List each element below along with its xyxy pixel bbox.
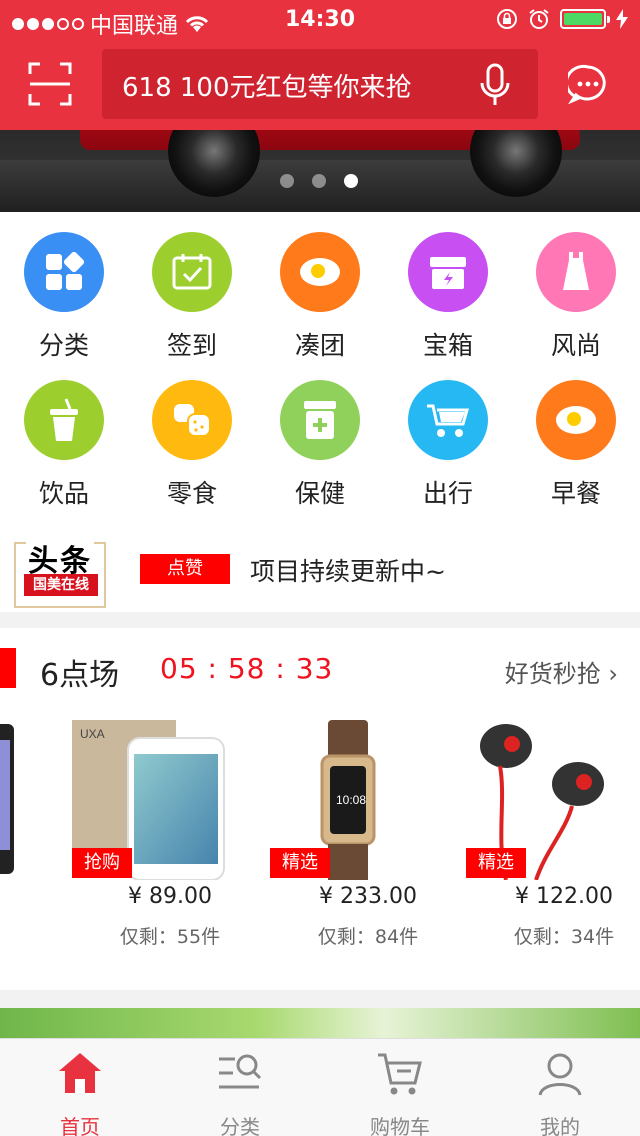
- category-item-coutuan[interactable]: 凑团: [256, 232, 384, 362]
- app-screen: 中国联通 14:30 618 100元红包等你来抢 分类 签到 凑团 宝箱 风尚…: [0, 0, 640, 1136]
- product-card-partial[interactable]: [0, 716, 20, 976]
- message-icon[interactable]: [568, 64, 608, 104]
- user-icon: [538, 1053, 582, 1096]
- search-placeholder: 618 100元红包等你来抢: [122, 73, 412, 103]
- category-item-qiandao[interactable]: 签到: [128, 232, 256, 362]
- package-brand-text: UXA: [80, 727, 105, 741]
- alarm-icon: [529, 9, 549, 29]
- cookie-icon: [152, 380, 232, 460]
- category-item-baojian[interactable]: 保健: [256, 380, 384, 510]
- countdown-timer: 05 : 58 : 33: [160, 652, 334, 685]
- product-price: ¥ 233.00: [319, 884, 417, 909]
- top-bar: 中国联通 14:30 618 100元红包等你来抢: [0, 0, 640, 130]
- category-label: 宝箱: [422, 331, 473, 360]
- stroller-icon: [408, 380, 488, 460]
- battery-icon: [560, 9, 610, 29]
- category-item-fenlei[interactable]: 分类: [0, 232, 128, 362]
- flash-sale-more-link[interactable]: 好货秒抢 ›: [505, 654, 618, 689]
- category-label: 出行: [422, 479, 473, 508]
- section-marker: [0, 648, 16, 688]
- category-item-chuxing[interactable]: 出行: [384, 380, 512, 510]
- dress-icon: [536, 232, 616, 312]
- headline-news-bar[interactable]: 头条 国美在线 点赞 项目持续更新中~: [0, 512, 640, 612]
- product-card[interactable]: 10:08 精选 ¥ 233.00 仅剩：84件: [270, 716, 466, 976]
- product-stock: 仅剩：84件: [317, 926, 419, 948]
- tab-label: 分类: [220, 1115, 260, 1136]
- fried-egg-icon: [280, 232, 360, 312]
- product-card[interactable]: UXA 抢购 ¥ 89.00 仅剩：55件: [72, 716, 268, 976]
- product-stock: 仅剩：55件: [119, 926, 221, 948]
- fried-egg-icon: [536, 380, 616, 460]
- bottom-tab-bar: 首页 分类 购物车 我的: [0, 1038, 640, 1136]
- category-icon: [24, 232, 104, 312]
- tab-cart[interactable]: 购物车: [320, 1049, 480, 1136]
- product-tag: 抢购: [72, 848, 132, 878]
- headline-tag: 点赞: [140, 554, 230, 584]
- drink-cup-icon: [24, 380, 104, 460]
- tab-category[interactable]: 分类: [160, 1049, 320, 1136]
- product-image-phone: [0, 720, 20, 880]
- category-label: 分类: [38, 331, 89, 360]
- flash-sale-title: 6点场: [40, 658, 120, 693]
- carousel-dot-active[interactable]: [344, 174, 358, 188]
- product-stock: 仅剩：34件: [513, 926, 615, 948]
- category-label: 早餐: [550, 479, 601, 508]
- carousel-dot[interactable]: [280, 174, 294, 188]
- category-item-yinpin[interactable]: 饮品: [0, 380, 128, 510]
- category-label: 饮品: [38, 479, 89, 508]
- carousel-dot[interactable]: [312, 174, 326, 188]
- product-card[interactable]: 精选 ¥ 122.00 仅剩：34件: [466, 716, 640, 976]
- cart-icon: [378, 1053, 422, 1095]
- flash-sale-section: 6点场 05 : 58 : 33 好货秒抢 › UXA 抢购 ¥ 89.00 仅…: [0, 628, 640, 990]
- calendar-check-icon: [152, 232, 232, 312]
- product-price: ¥ 89.00: [128, 884, 212, 909]
- carousel-indicator: [280, 174, 358, 188]
- tab-mine[interactable]: 我的: [480, 1049, 640, 1136]
- search-bar[interactable]: 618 100元红包等你来抢: [102, 49, 538, 119]
- product-tag: 精选: [270, 848, 330, 878]
- category-label: 风尚: [550, 331, 601, 360]
- band-screen-time: 10:08: [336, 793, 366, 807]
- category-item-fengshang[interactable]: 风尚: [512, 232, 640, 362]
- tab-home[interactable]: 首页: [0, 1049, 160, 1136]
- category-label: 凑团: [294, 331, 345, 360]
- headline-text[interactable]: 项目持续更新中~: [250, 552, 446, 588]
- category-item-zaocan[interactable]: 早餐: [512, 380, 640, 510]
- headline-logo: 头条 国美在线: [14, 536, 106, 608]
- home-icon: [59, 1053, 101, 1093]
- category-label: 零食: [166, 479, 217, 508]
- category-item-baoxiang[interactable]: 宝箱: [384, 232, 512, 362]
- tab-label: 我的: [540, 1115, 580, 1136]
- scan-icon[interactable]: [28, 62, 72, 106]
- microphone-icon[interactable]: [478, 63, 512, 109]
- tab-label: 购物车: [370, 1115, 430, 1136]
- treasure-box-icon: [408, 232, 488, 312]
- tab-label: 首页: [60, 1115, 100, 1136]
- product-price: ¥ 122.00: [515, 884, 613, 909]
- product-tag: 精选: [466, 848, 526, 878]
- category-item-lingshi[interactable]: 零食: [128, 380, 256, 510]
- status-bar: 中国联通 14:30: [0, 0, 640, 40]
- category-label: 签到: [166, 331, 217, 360]
- charging-bolt-icon: [616, 9, 628, 29]
- category-label: 保健: [294, 479, 345, 508]
- category-search-icon: [219, 1054, 262, 1089]
- headline-logo-subtitle: 国美在线: [24, 574, 98, 596]
- rotation-lock-icon: [497, 9, 517, 29]
- health-box-icon: [280, 380, 360, 460]
- category-grid: 分类 签到 凑团 宝箱 风尚 饮品 零食 保健 出行 早餐: [0, 212, 640, 512]
